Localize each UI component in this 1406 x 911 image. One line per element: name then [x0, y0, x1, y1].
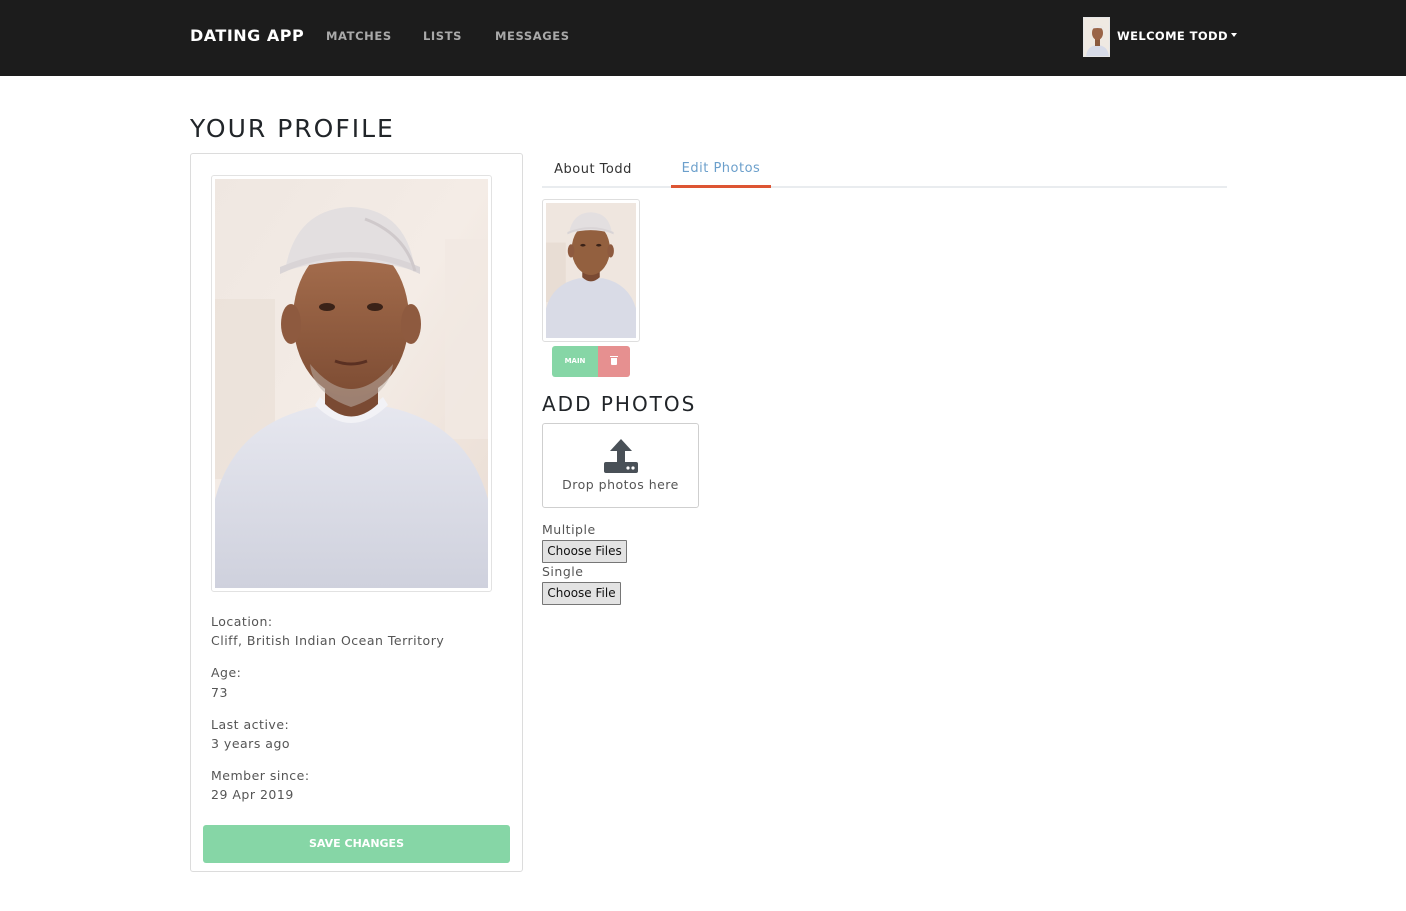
dropzone-text: Drop photos here	[562, 477, 679, 492]
nav-lists-link[interactable]: LISTS	[423, 29, 462, 43]
upload-icon	[604, 439, 638, 473]
member-since-value: 29 Apr 2019	[211, 787, 294, 802]
tabs-divider	[542, 186, 1227, 188]
multiple-label: Multiple	[542, 522, 596, 537]
navbar: DATING APP MATCHES LISTS MESSAGES WELCOM…	[0, 0, 1406, 76]
delete-photo-button[interactable]	[598, 346, 630, 377]
location-label: Location:	[211, 614, 273, 629]
tab-about[interactable]: About Todd	[542, 154, 644, 188]
welcome-text: WELCOME TODD	[1117, 29, 1228, 43]
save-changes-button[interactable]: SAVE CHANGES	[203, 825, 510, 863]
single-label: Single	[542, 564, 584, 579]
age-value: 73	[211, 685, 228, 700]
member-since-label: Member since:	[211, 768, 310, 783]
brand-link[interactable]: DATING APP	[190, 26, 304, 45]
caret-down-icon	[1230, 32, 1237, 37]
trash-icon	[610, 356, 618, 365]
age-label: Age:	[211, 665, 242, 680]
user-menu-toggle[interactable]: WELCOME TODD	[1117, 29, 1237, 43]
profile-photo	[211, 175, 492, 592]
last-active-value: 3 years ago	[211, 736, 291, 751]
nav-messages-link[interactable]: MESSAGES	[495, 29, 570, 43]
location-value: Cliff, British Indian Ocean Territory	[211, 633, 445, 648]
profile-card: Location: Cliff, British Indian Ocean Te…	[190, 153, 523, 872]
set-main-photo-button[interactable]: MAIN	[552, 346, 598, 377]
nav-matches-link[interactable]: MATCHES	[326, 29, 392, 43]
tab-edit-photos[interactable]: Edit Photos	[671, 154, 771, 188]
photo-thumbnail	[542, 199, 640, 342]
photo-dropzone[interactable]: Drop photos here	[542, 423, 699, 508]
last-active-label: Last active:	[211, 717, 290, 732]
user-avatar[interactable]	[1083, 17, 1110, 57]
choose-file-button[interactable]: Choose File	[542, 582, 621, 605]
choose-files-button[interactable]: Choose Files	[542, 540, 627, 563]
add-photos-title: ADD PHOTOS	[542, 392, 697, 416]
page-title: YOUR PROFILE	[190, 114, 395, 143]
